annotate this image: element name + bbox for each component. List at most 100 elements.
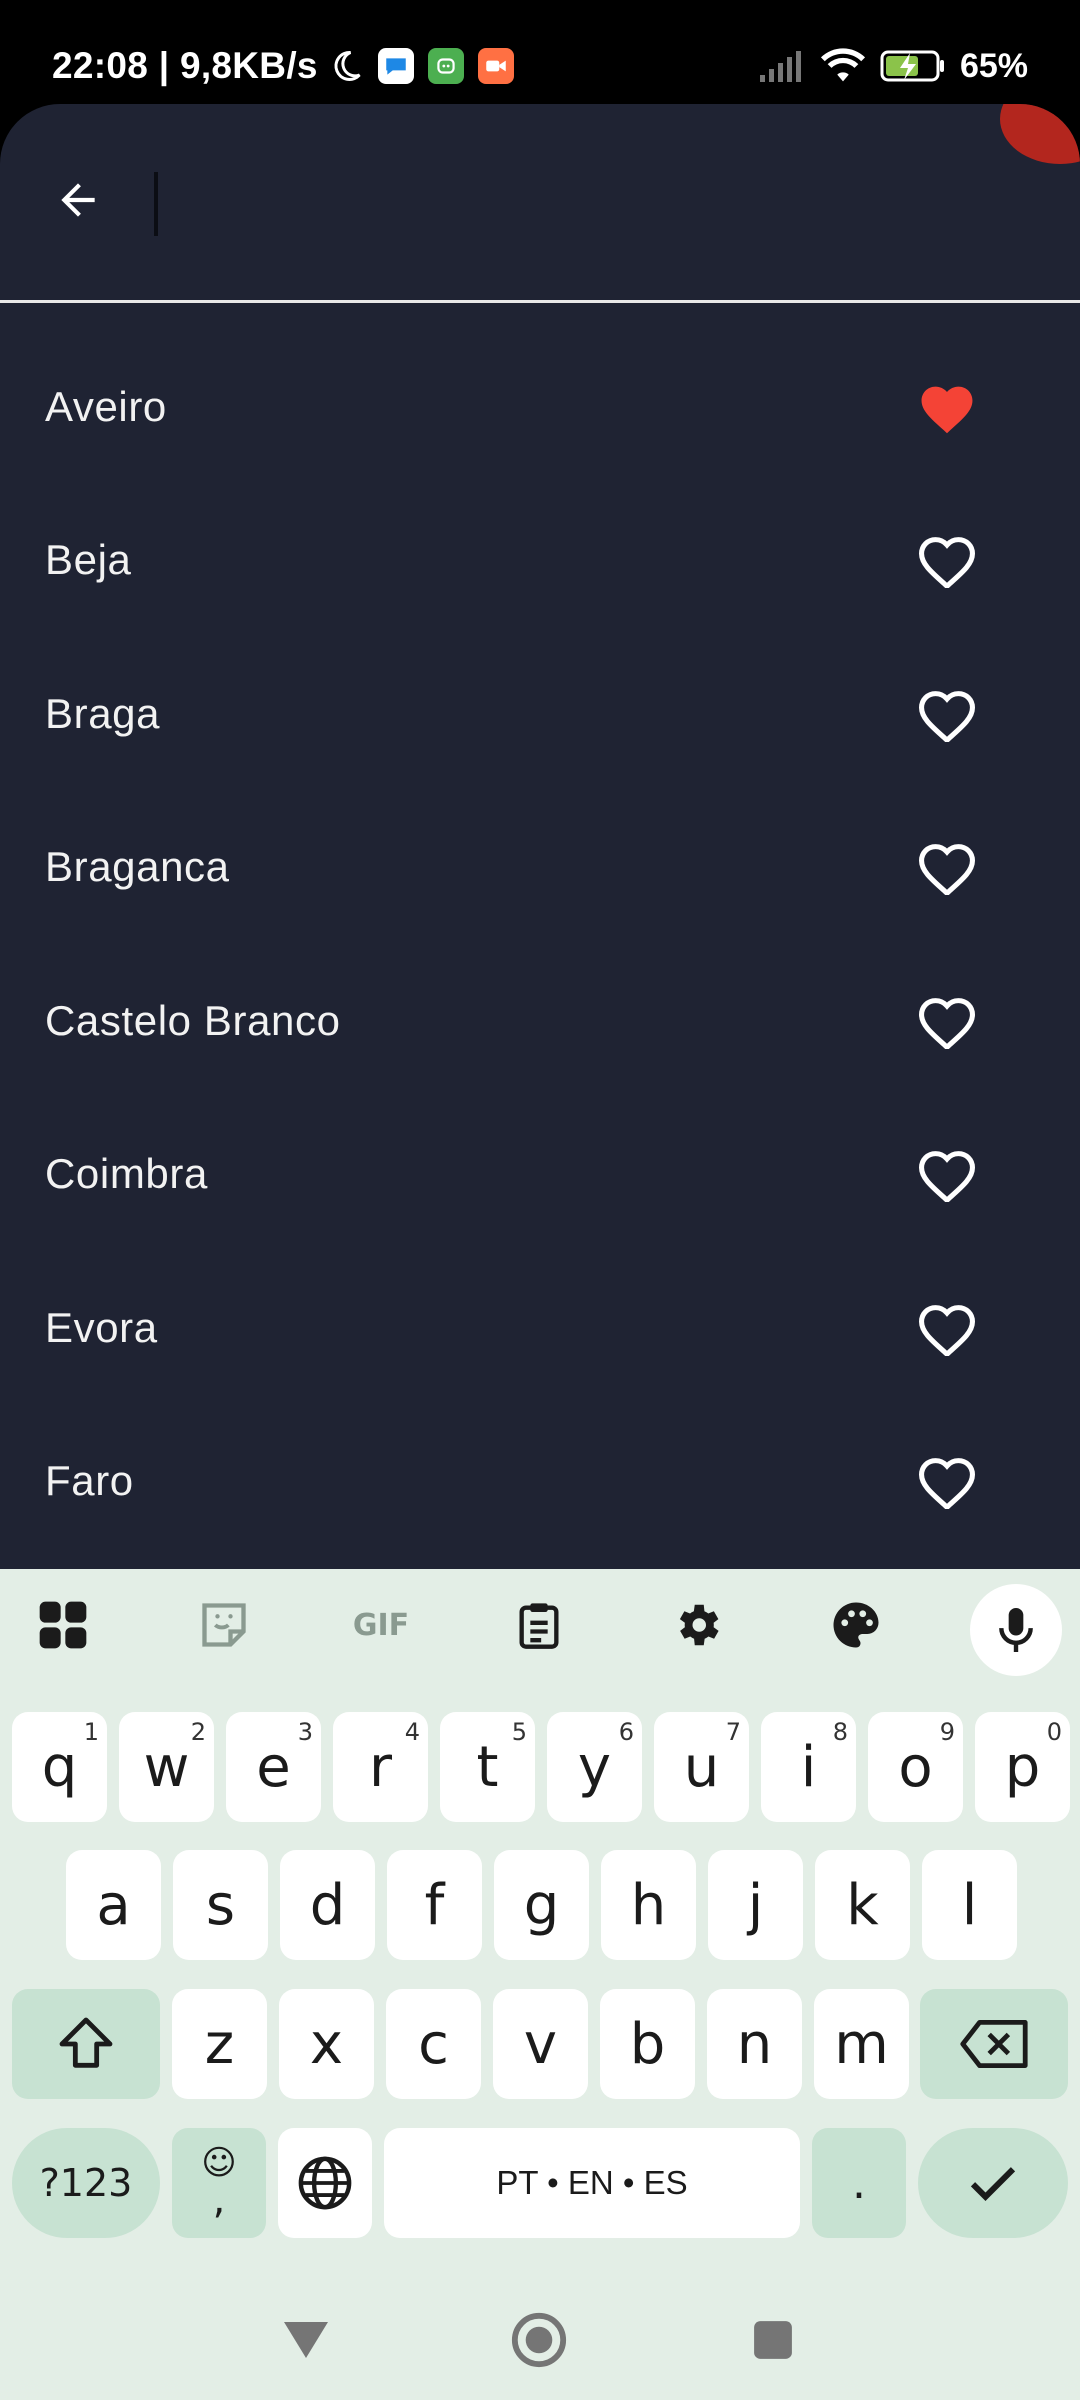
letter-key[interactable]: v xyxy=(493,1989,588,2099)
backspace-icon xyxy=(960,2019,1028,2068)
favorite-outline-heart-icon[interactable] xyxy=(916,1453,978,1511)
search-input[interactable] xyxy=(170,166,970,238)
letter-key[interactable]: y6 xyxy=(547,1712,642,1822)
recents-nav-button[interactable] xyxy=(743,2310,803,2370)
district-row[interactable]: Evora xyxy=(0,1251,1080,1405)
district-row[interactable]: Faro xyxy=(0,1405,1080,1559)
letter-key[interactable]: n xyxy=(707,1989,802,2099)
district-name: Aveiro xyxy=(45,382,167,430)
back-nav-button[interactable] xyxy=(276,2310,336,2370)
letter-key[interactable]: p0 xyxy=(975,1712,1070,1822)
checkmark-icon xyxy=(970,2167,1016,2201)
key-label: w xyxy=(143,1734,190,1800)
navigation-bar xyxy=(0,2280,1080,2400)
district-row[interactable]: Castelo Branco xyxy=(0,944,1080,1098)
search-bar xyxy=(0,104,1080,302)
theme-palette-icon[interactable] xyxy=(826,1595,886,1655)
key-hint-digit: 1 xyxy=(83,1718,99,1746)
sticker-icon[interactable] xyxy=(194,1595,254,1655)
district-row[interactable]: Braga xyxy=(0,637,1080,791)
favorite-outline-heart-icon[interactable] xyxy=(916,1146,978,1204)
letter-key[interactable]: h xyxy=(601,1850,696,1960)
letter-key[interactable]: a xyxy=(66,1850,161,1960)
letter-key[interactable]: x xyxy=(279,1989,374,2099)
letter-key[interactable]: w2 xyxy=(119,1712,214,1822)
key-hint-digit: 4 xyxy=(404,1718,420,1746)
triangle-back-icon xyxy=(284,2322,328,2358)
favorite-outline-heart-icon[interactable] xyxy=(916,532,978,590)
letter-key[interactable]: e3 xyxy=(226,1712,321,1822)
favorite-outline-heart-icon[interactable] xyxy=(916,1300,978,1358)
district-row[interactable]: Aveiro xyxy=(0,330,1080,484)
symbols-key[interactable]: ?123 xyxy=(12,2128,160,2238)
battery-charging-icon xyxy=(880,50,944,82)
space-key[interactable]: PT • EN • ES xyxy=(384,2128,800,2238)
district-name: Coimbra xyxy=(45,1150,208,1198)
letter-key[interactable]: f xyxy=(387,1850,482,1960)
gif-icon[interactable]: GIF xyxy=(345,1595,417,1655)
settings-gear-icon[interactable] xyxy=(667,1595,727,1655)
key-label: g xyxy=(523,1872,560,1938)
wifi-icon xyxy=(820,48,865,82)
shift-key[interactable] xyxy=(12,1989,160,2099)
backspace-key[interactable] xyxy=(920,1989,1068,2099)
period-key[interactable]: . xyxy=(812,2128,906,2238)
letter-key[interactable]: d xyxy=(280,1850,375,1960)
letter-key[interactable]: i8 xyxy=(761,1712,856,1822)
letter-key[interactable]: l xyxy=(922,1850,1017,1960)
letter-key[interactable]: t5 xyxy=(440,1712,535,1822)
letter-key[interactable]: s xyxy=(173,1850,268,1960)
favorite-outline-heart-icon[interactable] xyxy=(916,839,978,897)
key-label: d xyxy=(309,1872,346,1938)
emoji-comma-key[interactable]: ☺ , xyxy=(172,2128,266,2238)
key-label: i xyxy=(800,1734,817,1800)
key-label: v xyxy=(523,2011,558,2077)
letter-key[interactable]: q1 xyxy=(12,1712,107,1822)
district-name: Faro xyxy=(45,1457,134,1505)
globe-icon xyxy=(298,2156,352,2210)
key-label: c xyxy=(418,2011,449,2077)
district-row[interactable]: Coimbra xyxy=(0,1098,1080,1252)
key-label: j xyxy=(747,1872,764,1938)
time-and-speed: 22:08 | 9,8KB/s xyxy=(52,45,318,86)
enter-key[interactable] xyxy=(918,2128,1068,2238)
district-row[interactable]: Beja xyxy=(0,484,1080,638)
letter-key[interactable]: k xyxy=(815,1850,910,1960)
clipboard-icon[interactable] xyxy=(509,1595,569,1655)
back-button[interactable] xyxy=(44,166,112,234)
emoji-icon: ☺ xyxy=(201,2143,237,2183)
letter-key[interactable]: j xyxy=(708,1850,803,1960)
square-recents-icon xyxy=(754,2321,792,2359)
letter-key[interactable]: r4 xyxy=(333,1712,428,1822)
voice-input-button[interactable] xyxy=(970,1584,1062,1676)
favorite-outline-heart-icon[interactable] xyxy=(916,993,978,1051)
key-label: z xyxy=(204,2011,235,2077)
language-key[interactable] xyxy=(278,2128,372,2238)
letter-key[interactable]: z xyxy=(172,1989,267,2099)
key-label: b xyxy=(629,2011,666,2077)
key-label: x xyxy=(309,2011,344,2077)
letter-key[interactable]: m xyxy=(814,1989,909,2099)
favorite-outline-heart-icon[interactable] xyxy=(916,686,978,744)
key-label: m xyxy=(834,2011,889,2077)
letter-key[interactable]: u7 xyxy=(654,1712,749,1822)
key-hint-digit: 8 xyxy=(832,1718,848,1746)
keyboard: GIF ?123 ☺ , PT • EN • ES . q1w2e3r4t5y6… xyxy=(0,1569,1080,2280)
apps-grid-icon[interactable] xyxy=(33,1595,93,1655)
favorite-filled-heart-icon[interactable] xyxy=(916,379,978,435)
key-label: o xyxy=(898,1734,933,1800)
status-bar: 22:08 | 9,8KB/s 65% xyxy=(0,0,1080,110)
district-row[interactable]: Braganca xyxy=(0,791,1080,945)
home-nav-button[interactable] xyxy=(509,2310,569,2370)
letter-key[interactable]: o9 xyxy=(868,1712,963,1822)
district-name: Beja xyxy=(45,536,132,584)
letter-key[interactable]: c xyxy=(386,1989,481,2099)
messages-notification-icon xyxy=(377,48,414,84)
district-list: Aveiro Beja Braga Braganca Castelo Branco Coi… xyxy=(0,330,1080,1558)
key-hint-digit: 7 xyxy=(725,1718,741,1746)
district-name: Evora xyxy=(45,1303,158,1351)
key-label: f xyxy=(424,1872,445,1938)
letter-key[interactable]: b xyxy=(600,1989,695,2099)
key-hint-digit: 5 xyxy=(511,1718,527,1746)
letter-key[interactable]: g xyxy=(494,1850,589,1960)
